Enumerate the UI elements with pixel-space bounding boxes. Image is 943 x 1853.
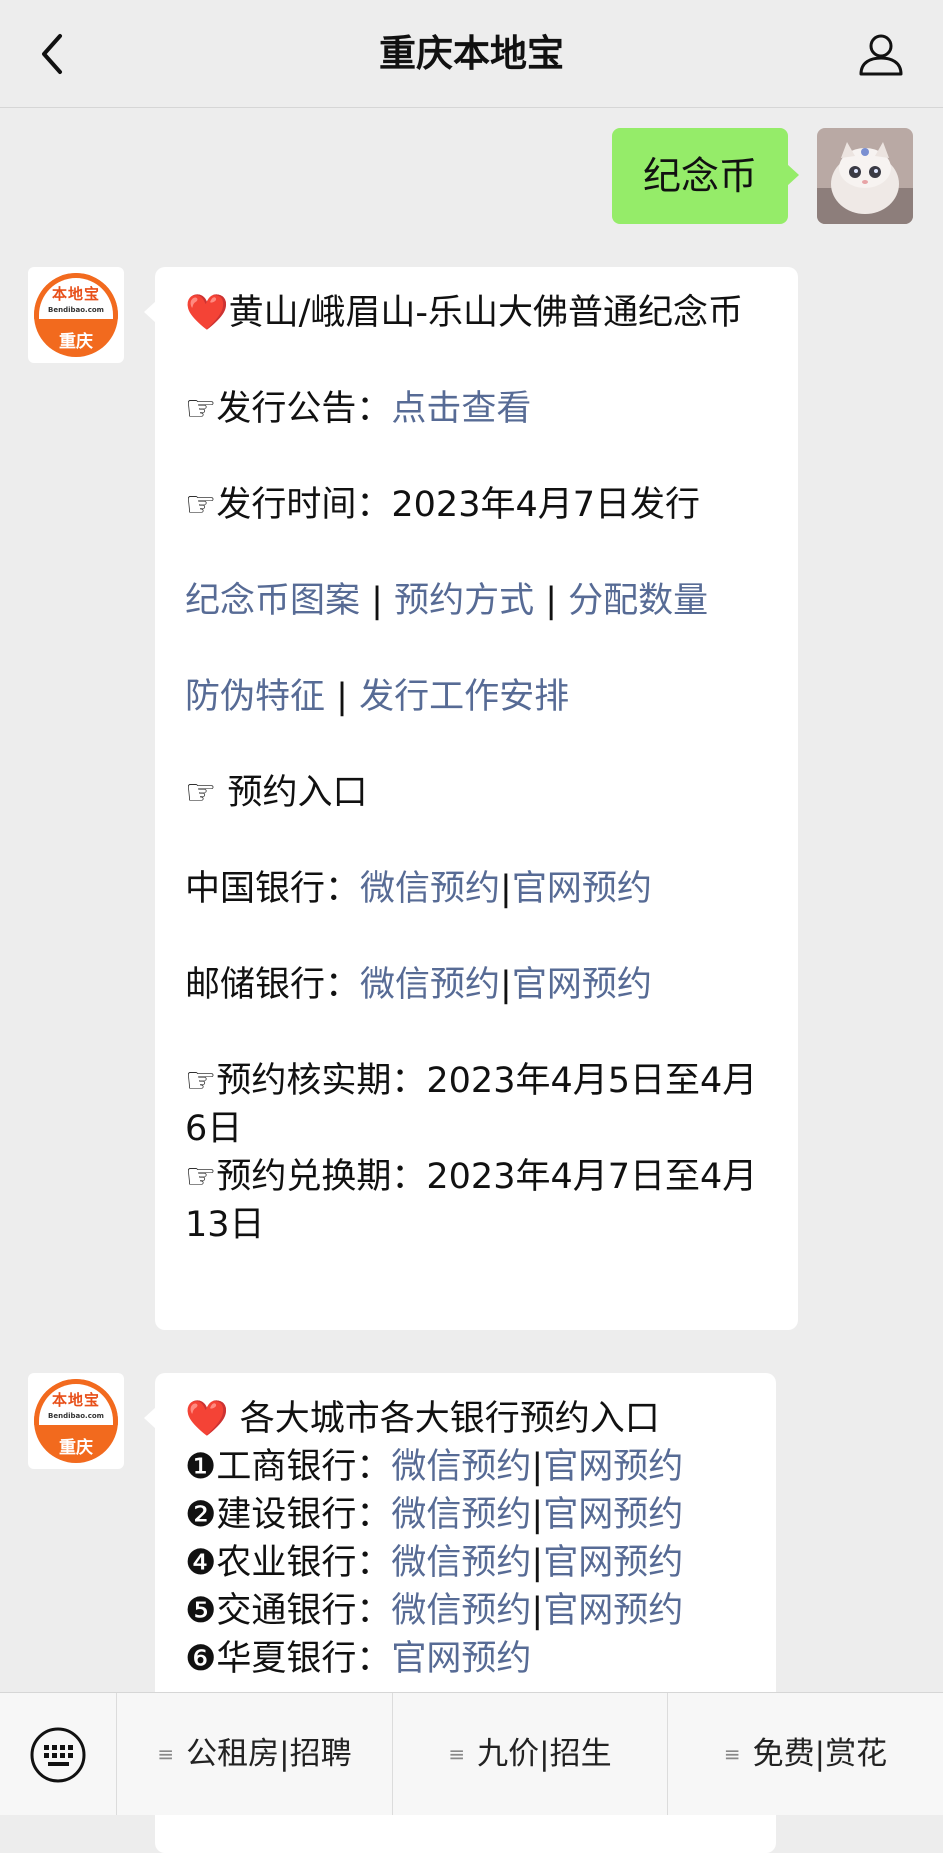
bot-avatar[interactable]: 本地宝 Bendibao.com 重庆 — [28, 267, 124, 363]
bot-message-bubble: ❤️黄山/峨眉山-乐山大佛普通纪念币 ☞发行公告：点击查看 ☞发行时间：2023… — [144, 267, 798, 1330]
web-reserve-link[interactable]: 官网预约 — [512, 965, 652, 1005]
menu-icon: ≡ — [448, 1742, 466, 1766]
keyboard-toggle-button[interactable] — [0, 1693, 117, 1815]
anti-counterfeit-link[interactable]: 防伪特征 — [185, 677, 325, 717]
reservation-method-link[interactable]: 预约方式 — [394, 581, 534, 621]
bendibao-logo: 本地宝 Bendibao.com 重庆 — [34, 273, 118, 357]
bank-row: ❻华夏银行：官网预约 — [185, 1639, 532, 1679]
verify-period: ☞预约核实期：2023年4月5日至4月6日 — [185, 1061, 758, 1149]
message-title: ❤️黄山/峨眉山-乐山大佛普通纪念币 — [185, 293, 744, 333]
message-title: ❤️ 各大城市各大银行预约入口 — [185, 1399, 660, 1439]
bank-row: ❶工商银行：微信预约|官网预约 — [185, 1447, 684, 1487]
bot-avatar[interactable]: 本地宝 Bendibao.com 重庆 — [28, 1373, 124, 1469]
work-arrangement-link[interactable]: 发行工作安排 — [359, 677, 569, 717]
heart-icon: ❤️ — [185, 1399, 229, 1439]
wechat-reserve-link[interactable]: 微信预约 — [360, 869, 500, 909]
web-reserve-link[interactable]: 官网预约 — [543, 1495, 683, 1535]
wechat-reserve-link[interactable]: 微信预约 — [391, 1495, 531, 1535]
menu-item-free-flowers[interactable]: ≡ 免费|赏花 — [668, 1693, 943, 1815]
wechat-reserve-link[interactable]: 微信预约 — [391, 1543, 531, 1583]
wechat-reserve-link[interactable]: 微信预约 — [391, 1447, 531, 1487]
bottom-menu: ≡ 公租房|招聘 ≡ 九价|招生 ≡ 免费|赏花 — [0, 1692, 943, 1815]
chat-title: 重庆本地宝 — [379, 32, 564, 75]
exchange-period: ☞预约兑换期：2023年4月7日至4月13日 — [185, 1157, 758, 1245]
links-row-2: 防伪特征 | 发行工作安排 — [185, 677, 570, 717]
bank-row-psbc: 邮储银行：微信预约|官网预约 — [185, 965, 652, 1005]
bendibao-logo: 本地宝 Bendibao.com 重庆 — [34, 1379, 118, 1463]
web-reserve-link[interactable]: 官网预约 — [391, 1639, 531, 1679]
coin-design-link[interactable]: 纪念币图案 — [185, 581, 360, 621]
menu-icon: ≡ — [157, 1742, 175, 1766]
links-row-1: 纪念币图案 | 预约方式 | 分配数量 — [185, 581, 709, 621]
issue-time-row: ☞发行时间：2023年4月7日发行 — [185, 485, 700, 525]
heart-icon: ❤️ — [185, 293, 229, 333]
web-reserve-link[interactable]: 官网预约 — [512, 869, 652, 909]
notice-row: ☞发行公告：点击查看 — [185, 389, 532, 429]
user-icon[interactable] — [857, 30, 905, 78]
wechat-reserve-link[interactable]: 微信预约 — [360, 965, 500, 1005]
user-message-bubble[interactable]: 纪念币 — [612, 128, 799, 224]
bank-row: ❷建设银行：微信预约|官网预约 — [185, 1495, 684, 1535]
bank-row: ❹农业银行：微信预约|官网预约 — [185, 1543, 684, 1583]
web-reserve-link[interactable]: 官网预约 — [543, 1543, 683, 1583]
menu-icon: ≡ — [723, 1742, 741, 1766]
entry-label: ☞ 预约入口 — [185, 773, 368, 813]
keyboard-icon — [30, 1727, 86, 1783]
user-avatar[interactable] — [817, 128, 913, 224]
web-reserve-link[interactable]: 官网预约 — [543, 1447, 683, 1487]
notice-link[interactable]: 点击查看 — [391, 389, 531, 429]
wechat-reserve-link[interactable]: 微信预约 — [391, 1591, 531, 1631]
bank-row-boc: 中国银行：微信预约|官网预约 — [185, 869, 652, 909]
web-reserve-link[interactable]: 官网预约 — [543, 1591, 683, 1631]
menu-item-rental-jobs[interactable]: ≡ 公租房|招聘 — [117, 1693, 393, 1815]
menu-item-vaccine-enrollment[interactable]: ≡ 九价|招生 — [393, 1693, 668, 1815]
allocation-link[interactable]: 分配数量 — [568, 581, 708, 621]
nav-bar: 重庆本地宝 — [0, 0, 943, 108]
bank-row: ❺交通银行：微信预约|官网预约 — [185, 1591, 684, 1631]
